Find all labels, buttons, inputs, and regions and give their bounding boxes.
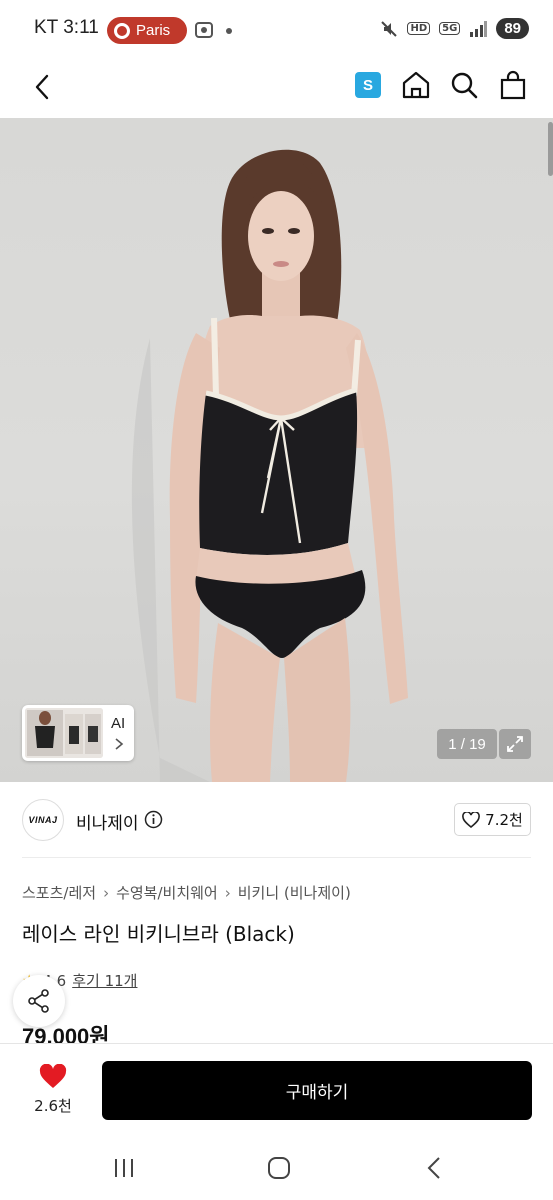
home-icon	[402, 71, 430, 99]
cart-button[interactable]	[496, 68, 530, 102]
model-photo-illustration	[131, 149, 408, 782]
home-nav-button[interactable]	[259, 1153, 299, 1183]
location-pill: Paris	[107, 17, 187, 44]
back-nav-icon	[427, 1157, 440, 1179]
back-nav-button[interactable]	[414, 1153, 454, 1183]
search-icon	[451, 72, 478, 99]
chevron-right-icon: ›	[103, 883, 110, 902]
ai-similar-items-card[interactable]: AI	[22, 705, 134, 761]
battery-indicator: 89	[496, 18, 529, 39]
product-photo[interactable]	[0, 118, 553, 782]
ai-label: AI	[111, 715, 126, 732]
buy-button[interactable]: 구매하기	[102, 1061, 532, 1120]
back-button[interactable]	[26, 70, 58, 104]
chevron-right-icon: ›	[224, 883, 231, 902]
location-pin-icon	[114, 22, 130, 39]
breadcrumb-item-sports[interactable]: 스포츠/레저	[22, 882, 96, 903]
share-icon	[28, 989, 49, 1013]
s-badge-button[interactable]: S	[355, 72, 381, 98]
network-5g-icon: 5G	[439, 22, 461, 35]
brand-like-count: 7.2천	[485, 811, 523, 829]
scroll-indicator[interactable]	[548, 122, 553, 176]
chevron-right-icon	[115, 738, 124, 750]
recent-apps-button[interactable]	[104, 1153, 144, 1183]
brand-name[interactable]: 비나제이	[76, 809, 139, 834]
breadcrumb: 스포츠/레저 › 수영복/비치웨어 › 비키니 (비나제이)	[22, 882, 351, 903]
recent-apps-icon	[115, 1159, 133, 1177]
app-header: S	[0, 60, 553, 118]
mute-icon	[381, 20, 398, 37]
location-pill-label: Paris	[136, 22, 171, 39]
bottom-action-bar: 2.6천 구매하기	[0, 1043, 553, 1135]
expand-icon	[507, 736, 523, 752]
status-carrier-time: KT 3:11	[34, 17, 99, 38]
brand-logo[interactable]: VINAJ	[22, 799, 64, 841]
status-bar: KT 3:11 Paris HD 5G 89	[0, 0, 553, 60]
product-title: 레이스 라인 비키니브라 (Black)	[22, 922, 295, 946]
hd-icon: HD	[407, 22, 431, 35]
breadcrumb-item-bikini[interactable]: 비키니 (비나제이)	[238, 882, 351, 903]
back-chevron-icon	[35, 74, 49, 100]
heart-outline-icon	[462, 811, 481, 828]
search-button[interactable]	[447, 68, 481, 102]
cart-bag-icon	[500, 70, 526, 100]
system-nav-bar	[0, 1135, 553, 1200]
signal-icon	[470, 20, 488, 37]
review-link[interactable]: 후기 11개	[72, 970, 137, 991]
heart-filled-icon	[39, 1063, 67, 1088]
wishlist-button[interactable]: 2.6천	[30, 1063, 76, 1116]
home-nav-icon	[268, 1157, 290, 1179]
ai-thumbnail-image	[25, 708, 103, 758]
expand-image-button[interactable]	[499, 729, 531, 759]
wishlist-count: 2.6천	[34, 1097, 72, 1115]
info-icon[interactable]	[144, 810, 163, 829]
home-button[interactable]	[399, 68, 433, 102]
screen-capture-icon	[195, 22, 213, 38]
breadcrumb-item-swimwear[interactable]: 수영복/비치웨어	[116, 882, 218, 903]
status-icons: HD 5G 89	[380, 18, 529, 39]
notification-dot	[226, 28, 232, 34]
brand-like-button[interactable]: 7.2천	[454, 803, 531, 836]
image-page-counter: 1 / 19	[437, 729, 497, 759]
divider	[22, 857, 531, 858]
